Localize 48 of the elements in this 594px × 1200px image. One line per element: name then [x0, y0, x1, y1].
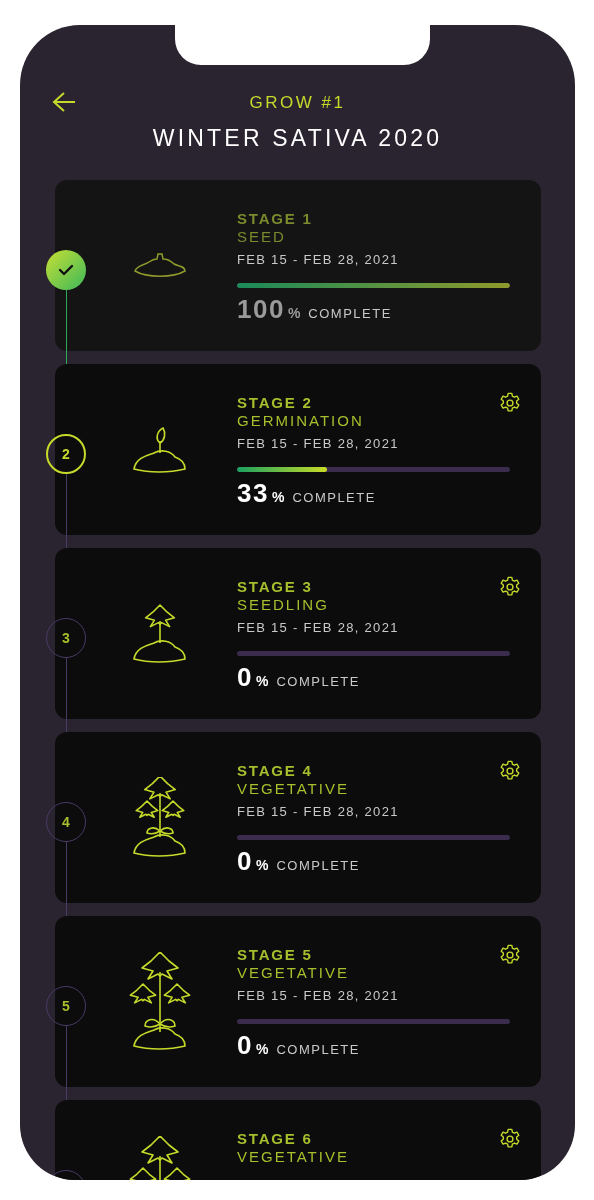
seedling-icon [132, 602, 188, 665]
percent-value: 0% [237, 662, 269, 693]
sprout-icon [133, 424, 187, 475]
percent-value: 33% [237, 478, 285, 509]
settings-button[interactable] [499, 760, 521, 782]
check-icon [58, 264, 74, 276]
settings-icon [499, 392, 521, 414]
complete-label: COMPLETE [276, 1041, 360, 1059]
complete-label: COMPLETE [292, 489, 376, 507]
settings-icon [499, 760, 521, 782]
plant-icon [132, 776, 188, 859]
percent-value: 0% [237, 1030, 269, 1061]
percent-value: 100% [237, 294, 301, 325]
stage-label: STAGE 6 [237, 1130, 314, 1148]
back-button[interactable] [52, 91, 76, 113]
stage-card[interactable]: STAGE 1 SEED FEB 15 - FEB 28, 2021 100% COMPLETE [55, 180, 541, 351]
settings-button[interactable] [499, 1128, 521, 1150]
stage-name: SEEDLING [237, 596, 330, 614]
stage-dates: FEB 15 - FEB 28, 2021 [237, 987, 400, 1005]
percent-value: 0% [237, 846, 269, 877]
settings-icon [499, 576, 521, 598]
complete-label: COMPLETE [276, 857, 360, 875]
stage-label: STAGE 3 [237, 578, 314, 596]
stage-label: STAGE 4 [237, 762, 314, 780]
stage-name: VEGETATIVE [237, 780, 350, 798]
settings-icon [499, 944, 521, 966]
stage-dates: FEB 15 - FEB 28, 2021 [237, 251, 400, 269]
settings-button[interactable] [499, 392, 521, 414]
stage-label: STAGE 5 [237, 946, 314, 964]
plant-icon [129, 951, 191, 1052]
stage-label: STAGE 1 [237, 210, 314, 228]
complete-label: COMPLETE [308, 305, 392, 323]
settings-icon [499, 1128, 521, 1150]
step-circle: 2 [46, 434, 86, 474]
stage-name: VEGETATIVE [237, 964, 350, 982]
complete-label: COMPLETE [276, 673, 360, 691]
stage-dates: FEB 15 - FEB 28, 2021 [237, 619, 400, 637]
stage-name: GERMINATION [237, 412, 365, 430]
stage-dates: FEB 15 - FEB 28, 2021 [237, 435, 400, 453]
grow-title: WINTER SATIVA 2020 [152, 124, 443, 153]
stage-name: VEGETATIVE [237, 1148, 350, 1166]
stage-label: STAGE 2 [237, 394, 314, 412]
settings-button[interactable] [499, 944, 521, 966]
grow-subtitle: GROW #1 [249, 92, 346, 114]
stage-dates: FEB 15 - FEB 28, 2021 [237, 803, 400, 821]
settings-button[interactable] [499, 576, 521, 598]
stage-name: SEED [237, 228, 287, 246]
stage-card[interactable]: STAGE 6 VEGETATIVE [55, 1100, 541, 1180]
